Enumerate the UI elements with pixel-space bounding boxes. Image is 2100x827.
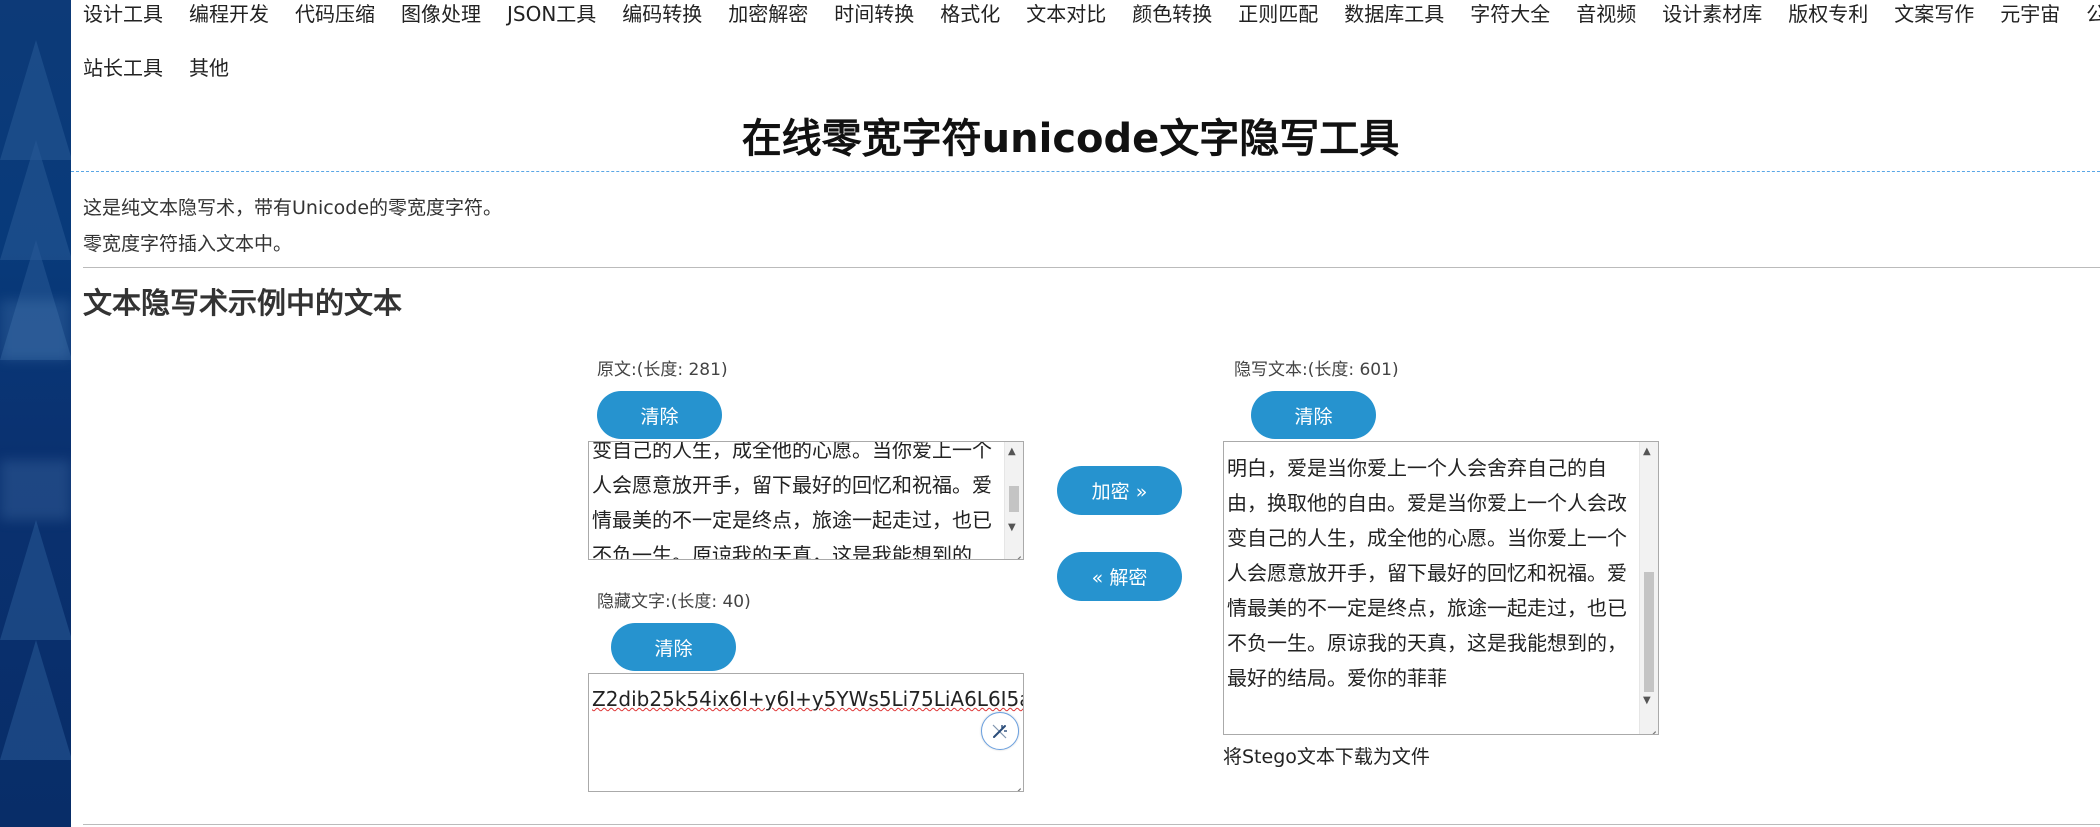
resize-handle-icon[interactable] xyxy=(1646,722,1656,732)
hidden-clear-button[interactable]: 清除 xyxy=(611,623,736,671)
main-content: 设计工具 编程开发 代码压缩 图像处理 JSON工具 编码转换 加密解密 时间转换 格式化 文本对… xyxy=(71,0,2100,827)
nav-item[interactable]: 编程开发 xyxy=(189,0,269,28)
scroll-up-icon[interactable]: ▲ xyxy=(1008,446,1016,458)
nav-item[interactable]: 其他 xyxy=(189,54,229,82)
decrypt-button[interactable]: « 解密 xyxy=(1057,552,1182,601)
text-line: 由，换取他的自由。爱是当你爱上一个人会改 xyxy=(1227,491,1627,515)
scroll-up-icon[interactable]: ▲ xyxy=(1643,446,1651,458)
nav-item[interactable]: 图像处理 xyxy=(401,0,481,28)
text-line: 变自己的人生，成全他的心愿。当你爱上一个 xyxy=(592,441,992,462)
hidden-text-field[interactable]: Z2dib25k54ix6I+y6I+y5YWs5Li75LiA6L6I5a2Q xyxy=(588,673,1024,792)
tree-shape xyxy=(0,640,71,760)
encrypt-button[interactable]: 加密 » xyxy=(1057,466,1182,515)
nav-item[interactable]: 格式化 xyxy=(940,0,1000,28)
mist-shape xyxy=(0,300,71,360)
nav-item[interactable]: JSON工具 xyxy=(507,0,596,28)
text-line: 明白，爱是当你爱上一个人会舍弃自己的自 xyxy=(1227,456,1607,480)
original-label: 原文:(长度: 281) xyxy=(597,360,728,380)
nav-item[interactable]: 站长工具 xyxy=(83,54,163,82)
text-line: 人会愿意放开手，留下最好的回忆和祝福。爱 xyxy=(592,473,992,497)
text-line: 不负一生。原谅我的天真，这是我能想到的， xyxy=(1227,631,1627,655)
scroll-thumb[interactable] xyxy=(1009,486,1019,512)
original-scrollbar[interactable]: ▲ ▼ xyxy=(1004,442,1023,559)
text-line: 不负一生。原谅我的天真，这是我能想到的 xyxy=(592,543,972,560)
text-line: 人会愿意放开手，留下最好的回忆和祝福。爱 xyxy=(1227,561,1627,585)
nav-row-1: 设计工具 编程开发 代码压缩 图像处理 JSON工具 编码转换 加密解密 时间转换 格式化 文本对… xyxy=(83,0,2100,28)
nav-item[interactable]: 设计工具 xyxy=(83,0,163,28)
scroll-down-icon[interactable]: ▼ xyxy=(1008,522,1016,534)
stego-textarea[interactable]: 明白，爱是当你爱上一个人会舍弃自己的自 由，换取他的自由。爱是当你爱上一个人会改变… xyxy=(1223,441,1659,735)
nav-item[interactable]: 时间转换 xyxy=(834,0,914,28)
nav-item[interactable]: 文案写作 xyxy=(1894,0,1974,28)
nav-item[interactable]: 正则匹配 xyxy=(1238,0,1318,28)
text-line: 情最美的不一定是终点，旅途一起走过，也已 xyxy=(592,508,992,532)
section-title: 文本隐写术示例中的文本 xyxy=(83,286,403,320)
nav-item[interactable]: 文本对比 xyxy=(1026,0,1106,28)
text-line: 最好的结局。爱你的菲菲 xyxy=(1227,666,1447,690)
nav-item[interactable]: 字符大全 xyxy=(1470,0,1550,28)
nav-item[interactable]: 元宇宙 xyxy=(2000,0,2060,28)
original-clear-button[interactable]: 清除 xyxy=(597,391,722,439)
nav-item[interactable]: 设计素材库 xyxy=(1662,0,1762,28)
nav-item[interactable]: 编码转换 xyxy=(622,0,702,28)
intro-line-1: 这是纯文本隐写术，带有Unicode的零宽度字符。 xyxy=(83,197,503,219)
intro-line-2: 零宽度字符插入文本中。 xyxy=(83,233,293,255)
original-text: 变自己的人生，成全他的心愿。当你爱上一个 人会愿意放开手，留下最好的回忆和祝福。爱… xyxy=(592,441,999,560)
nav-item[interactable]: 颜色转换 xyxy=(1132,0,1212,28)
mist-shape xyxy=(0,460,71,520)
text-line: 变自己的人生，成全他的心愿。当你爱上一个 xyxy=(1227,526,1627,550)
stego-scrollbar[interactable]: ▲ ▼ xyxy=(1639,442,1658,734)
title-divider xyxy=(71,171,2100,172)
hidden-text-wrap: Z2dib25k54ix6I+y6I+y5YWs5Li75LiA6L6I5a2Q xyxy=(592,682,1023,717)
intro-divider xyxy=(83,267,2100,268)
text-line: 情最美的不一定是终点，旅途一起走过，也已 xyxy=(1227,596,1627,620)
nav-row-2: 站长工具 其他 xyxy=(83,54,255,82)
stego-text: 明白，爱是当你爱上一个人会舍弃自己的自 由，换取他的自由。爱是当你爱上一个人会改变… xyxy=(1227,451,1634,696)
page-title: 在线零宽字符unicode文字隐写工具 xyxy=(741,116,1400,162)
nav-item[interactable]: 音视频 xyxy=(1576,0,1636,28)
nav-item[interactable]: 加密解密 xyxy=(728,0,808,28)
resize-handle-icon[interactable] xyxy=(1011,779,1021,789)
magic-wand-icon[interactable] xyxy=(981,712,1019,750)
scroll-down-icon[interactable]: ▼ xyxy=(1643,695,1651,707)
resize-handle-icon[interactable] xyxy=(1011,547,1021,557)
nav-item[interactable]: 数据库工具 xyxy=(1344,0,1444,28)
nav-item[interactable]: 版权专利 xyxy=(1788,0,1868,28)
intro-text: 这是纯文本隐写术，带有Unicode的零宽度字符。 零宽度字符插入文本中。 xyxy=(83,190,502,262)
side-decoration xyxy=(0,0,71,827)
hidden-label: 隐藏文字:(长度: 40) xyxy=(597,592,751,612)
bottom-divider xyxy=(83,824,2100,825)
original-textarea[interactable]: 变自己的人生，成全他的心愿。当你爱上一个 人会愿意放开手，留下最好的回忆和祝福。爱… xyxy=(588,441,1024,560)
hidden-text-value: Z2dib25k54ix6I+y6I+y5YWs5Li75LiA6L6I5a2Q xyxy=(592,687,1024,711)
stego-clear-button[interactable]: 清除 xyxy=(1251,391,1376,439)
stego-label: 隐写文本:(长度: 601) xyxy=(1234,360,1399,380)
nav-item[interactable]: 代码压缩 xyxy=(295,0,375,28)
tree-shape xyxy=(0,520,71,640)
nav-item[interactable]: 公众 xyxy=(2086,0,2100,28)
scroll-thumb[interactable] xyxy=(1644,572,1654,692)
download-stego-link[interactable]: 将Stego文本下载为文件 xyxy=(1223,742,1430,769)
